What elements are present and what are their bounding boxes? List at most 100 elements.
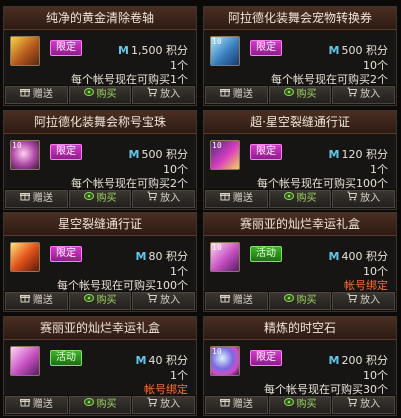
put-label: 放入 — [360, 193, 381, 204]
gift-label: 赠送 — [32, 193, 53, 204]
add-to-cart-button[interactable]: 放入 — [132, 292, 196, 310]
cash-icon — [83, 293, 94, 309]
put-label: 放入 — [160, 295, 181, 306]
item-actions: 赠送 购买 放入 — [204, 189, 396, 209]
add-to-cart-button[interactable]: 放入 — [132, 86, 196, 104]
limited-badge: 限定 — [50, 144, 82, 160]
gift-button[interactable]: 赠送 — [5, 86, 68, 104]
item-title: 精炼的时空石 — [204, 317, 396, 340]
cash-icon — [283, 293, 294, 309]
gift-button[interactable]: 赠送 — [205, 86, 268, 104]
points-icon: M — [328, 250, 340, 263]
gift-button[interactable]: 赠送 — [5, 292, 68, 310]
add-to-cart-button[interactable]: 放入 — [332, 190, 396, 208]
buy-button[interactable]: 购买 — [68, 190, 132, 208]
shop-item-card[interactable]: 阿拉德化装舞会宠物转换券 10 限定 M 500 积分 10个 每个帐号现在可购买… — [203, 6, 397, 106]
cash-icon — [83, 397, 94, 413]
buy-button[interactable]: 购买 — [268, 292, 332, 310]
gift-button[interactable]: 赠送 — [5, 396, 68, 414]
buy-button[interactable]: 购买 — [268, 86, 332, 104]
gift-label: 赠送 — [32, 399, 53, 410]
gift-icon — [219, 293, 230, 309]
price-unit: 积分 — [366, 354, 388, 367]
buy-button[interactable]: 购买 — [268, 396, 332, 414]
item-body: 10 限定 M 120 积分 1个 每个帐号现在可购买100个 — [204, 134, 396, 190]
add-to-cart-button[interactable]: 放入 — [132, 396, 196, 414]
add-to-cart-button[interactable]: 放入 — [132, 190, 196, 208]
shop-item-card[interactable]: 阿拉德化装舞会称号宝珠 10 限定 M 500 积分 10个 每个帐号现在可购买2… — [3, 110, 197, 210]
buy-button[interactable]: 购买 — [268, 190, 332, 208]
pet-voucher-icon[interactable]: 10 — [210, 36, 240, 66]
shop-item-card[interactable]: 超·星空裂缝通行证 10 限定 M 120 积分 1个 每个帐号现在可购买100个… — [203, 110, 397, 210]
limited-badge: 限定 — [250, 40, 282, 56]
buy-label: 购买 — [296, 399, 317, 410]
lucky-box-icon[interactable]: 10 — [210, 242, 240, 272]
item-actions: 赠送 购买 放入 — [204, 395, 396, 415]
rift-pass-icon[interactable] — [10, 242, 40, 272]
price-value: 400 — [341, 250, 363, 263]
put-label: 放入 — [160, 193, 181, 204]
rift-pass-super-icon[interactable]: 10 — [210, 140, 240, 170]
golden-scroll-icon[interactable] — [10, 36, 40, 66]
points-icon: M — [328, 148, 340, 161]
price-unit: 积分 — [166, 44, 188, 57]
limited-badge: 限定 — [50, 40, 82, 56]
item-title: 赛丽亚的灿烂幸运礼盒 — [4, 317, 196, 340]
gift-button[interactable]: 赠送 — [205, 190, 268, 208]
cash-icon — [283, 397, 294, 413]
add-to-cart-button[interactable]: 放入 — [332, 86, 396, 104]
item-body: 限定 M 80 积分 1个 每个帐号现在可购买100个 — [4, 236, 196, 292]
gift-button[interactable]: 赠送 — [205, 396, 268, 414]
item-title: 纯净的黄金清除卷轴 — [4, 7, 196, 30]
put-label: 放入 — [160, 399, 181, 410]
buy-label: 购买 — [296, 193, 317, 204]
item-actions: 赠送 购买 放入 — [204, 85, 396, 105]
shop-item-card[interactable]: 赛丽亚的灿烂幸运礼盒 10 活动 M 400 积分 10个 帐号绑定 赠送 购买 … — [203, 212, 397, 312]
item-actions: 赠送 购买 放入 — [4, 85, 196, 105]
buy-button[interactable]: 购买 — [68, 292, 132, 310]
item-body: 限定 M 1,500 积分 1个 每个帐号现在可购买1个 — [4, 30, 196, 86]
put-label: 放入 — [360, 399, 381, 410]
event-badge: 活动 — [250, 246, 282, 262]
price-unit: 积分 — [366, 148, 388, 161]
cart-icon — [147, 397, 158, 413]
points-icon: M — [328, 354, 340, 367]
item-title: 超·星空裂缝通行证 — [204, 111, 396, 134]
shop-item-card[interactable]: 精炼的时空石 10 限定 M 200 积分 10个 每个帐号现在可购买30个 赠送… — [203, 316, 397, 416]
shop-item-card[interactable]: 赛丽亚的灿烂幸运礼盒 活动 M 40 积分 1个 帐号绑定 赠送 购买 放入 — [3, 316, 197, 416]
limited-badge: 限定 — [250, 144, 282, 160]
buy-label: 购买 — [296, 295, 317, 306]
price-value: 120 — [341, 148, 363, 161]
buy-button[interactable]: 购买 — [68, 396, 132, 414]
gift-icon — [19, 397, 30, 413]
item-title: 星空裂缝通行证 — [4, 213, 196, 236]
gift-button[interactable]: 赠送 — [205, 292, 268, 310]
add-to-cart-button[interactable]: 放入 — [332, 396, 396, 414]
title-orb-icon[interactable]: 10 — [10, 140, 40, 170]
shop-item-card[interactable]: 星空裂缝通行证 限定 M 80 积分 1个 每个帐号现在可购买100个 赠送 购买… — [3, 212, 197, 312]
add-to-cart-button[interactable]: 放入 — [332, 292, 396, 310]
item-body: 10 限定 M 200 积分 10个 每个帐号现在可购买30个 — [204, 340, 396, 396]
item-price: M 80 积分 — [136, 248, 188, 264]
points-icon: M — [135, 250, 147, 263]
gift-button[interactable]: 赠送 — [5, 190, 68, 208]
item-body: 10 限定 M 500 积分 10个 每个帐号现在可购买2个 — [204, 30, 396, 86]
spacetime-stone-icon[interactable]: 10 — [210, 346, 240, 376]
item-quantity: 10 — [212, 37, 222, 46]
event-badge: 活动 — [50, 350, 82, 366]
item-price: M 400 积分 — [329, 248, 388, 264]
price-unit: 积分 — [366, 44, 388, 57]
gift-icon — [219, 397, 230, 413]
buy-label: 购买 — [96, 295, 117, 306]
points-icon: M — [328, 44, 340, 57]
shop-item-card[interactable]: 纯净的黄金清除卷轴 限定 M 1,500 积分 1个 每个帐号现在可购买1个 赠送… — [3, 6, 197, 106]
lucky-box-icon[interactable] — [10, 346, 40, 376]
price-unit: 积分 — [166, 354, 188, 367]
gift-icon — [19, 87, 30, 103]
item-price: M 120 积分 — [329, 146, 388, 162]
gift-icon — [19, 191, 30, 207]
gift-label: 赠送 — [232, 193, 253, 204]
buy-button[interactable]: 购买 — [68, 86, 132, 104]
cart-icon — [347, 397, 358, 413]
gift-icon — [219, 87, 230, 103]
